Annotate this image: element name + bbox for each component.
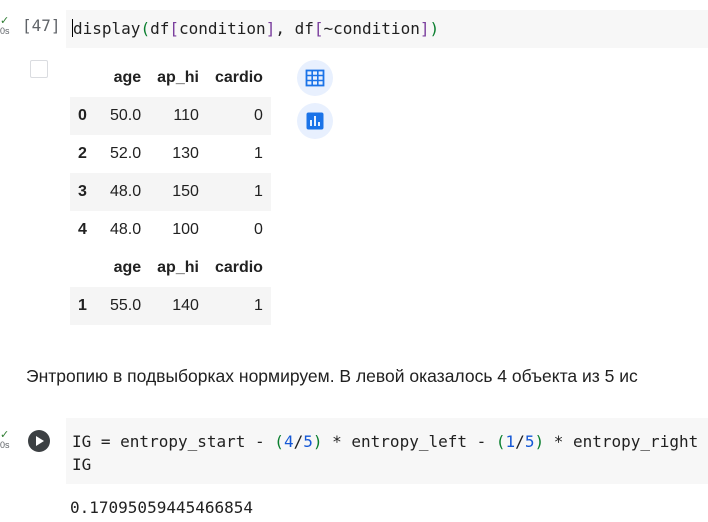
code-line: IG [72,455,92,474]
row-index: 1 [78,297,87,314]
code-token: ( [495,432,506,451]
cell-status: ✓ 0s [0,15,14,37]
convert-to-interactive-table-button[interactable] [297,60,333,96]
table-cell: 1 [254,297,263,314]
code-token: ) [534,432,545,451]
table-cell: 1 [254,145,263,162]
table-row: 3 48.0 150 1 [70,173,271,211]
table-cell: 52.0 [110,145,142,162]
table-cell: 1 [254,183,263,200]
code-token: ~condition [323,19,420,38]
row-index: 3 [78,183,87,200]
markdown-text: Энтропию в подвыборках нормируем. В лево… [26,366,638,386]
code-editor[interactable]: IG = entropy_start - (4/5) * entropy_lef… [66,418,708,484]
table-cell: 48.0 [110,183,142,200]
row-index: 2 [78,145,87,162]
code-token: df [294,19,314,38]
code-token: display [73,19,141,38]
code-editor[interactable]: display(df[condition], df[~condition]) [66,10,708,48]
table-cell: 0 [254,221,263,238]
code-token: condition [178,19,266,38]
column-header: age [113,69,142,86]
dataframe-table: age ap_hi cardio 1 55.0 140 1 [70,249,271,325]
column-header: ap_hi [157,259,199,276]
table-icon [305,69,325,87]
execution-count: [47] [22,16,61,35]
table-header-row: age ap_hi cardio [70,249,271,287]
code-token: df [150,19,170,38]
code-token: , [275,19,295,38]
code-token: ) [429,19,440,38]
row-index: 0 [78,107,87,124]
column-header: cardio [214,69,263,86]
row-index: 4 [78,221,87,238]
check-icon: ✓ [0,429,10,441]
index-header [70,249,102,287]
table-cell: 140 [172,297,199,314]
column-header: cardio [214,259,263,276]
code-token: ] [265,19,276,38]
index-header [70,59,102,97]
exec-time: 0s [0,26,10,36]
table-cell: 150 [172,183,199,200]
table-row: 0 50.0 110 0 [70,97,271,135]
table-row: 4 48.0 100 0 [70,211,271,249]
table-cell: 130 [172,145,199,162]
code-token: ( [140,19,151,38]
code-token: 5 [303,432,313,451]
code-line: IG = entropy_start - (4/5) * entropy_lef… [72,430,708,453]
table-cell: 50.0 [110,107,142,124]
bar-chart-icon [306,112,324,130]
code-token: * entropy_right [544,432,699,451]
code-token: ( [274,432,284,451]
column-header: age [113,259,142,276]
code-token: * entropy_left - [322,432,496,451]
suggest-charts-button[interactable] [297,103,333,139]
cell-output: 0.17095059445466854 [70,498,254,517]
code-token: [ [313,19,324,38]
code-token: / [515,432,525,451]
table-header-row: age ap_hi cardio [70,59,271,97]
column-header: ap_hi [157,69,199,86]
table-cell: 48.0 [110,221,142,238]
code-token: 4 [283,432,294,451]
code-token: 5 [524,432,535,451]
table-row: 1 55.0 140 1 [70,287,271,325]
table-cell: 100 [172,221,199,238]
table-cell: 0 [254,107,263,124]
table-row: 2 52.0 130 1 [70,135,271,173]
code-token: ) [312,432,323,451]
table-cell: 55.0 [110,297,142,314]
table-cell: 110 [173,107,199,124]
exec-time: 0s [0,440,10,450]
output-actions-icon[interactable] [30,60,48,78]
check-icon: ✓ [0,15,10,27]
code-token: [ [169,19,179,38]
code-token: / [293,432,304,451]
code-token: 1 [505,432,516,451]
dataframe-table: age ap_hi cardio 0 50.0 110 0 2 52.0 130… [70,59,271,249]
code-token: IG = entropy_start - [72,432,275,451]
run-cell-button[interactable] [28,430,50,452]
cell-status: ✓ 0s [0,429,14,451]
